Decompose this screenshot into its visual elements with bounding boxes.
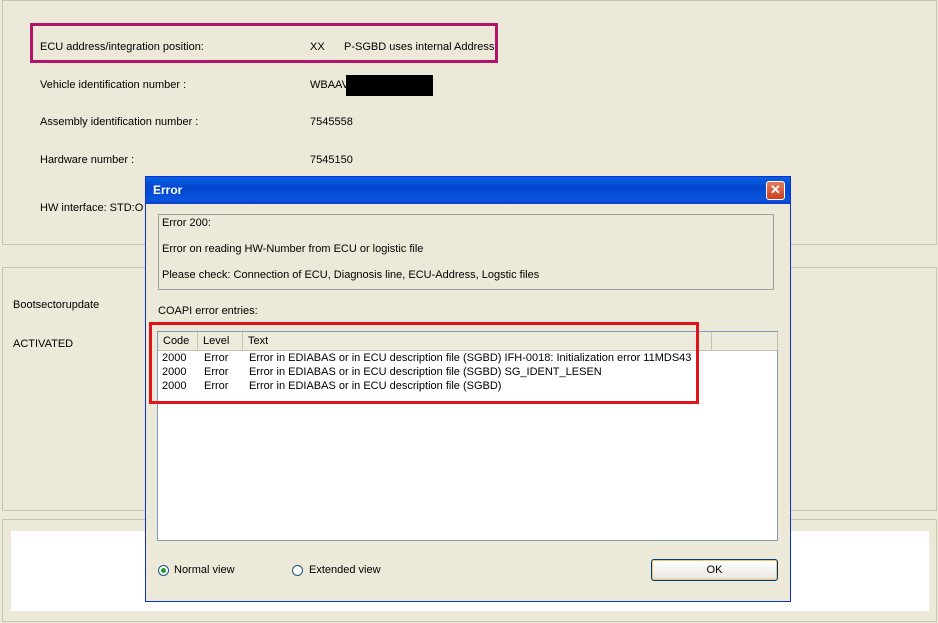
bootsector-value: ACTIVATED	[13, 338, 74, 350]
extended-view-radio[interactable]	[292, 565, 303, 576]
error-code-line: Error 200:	[162, 217, 211, 229]
bootsector-label: Bootsectorupdate	[13, 299, 100, 311]
normal-view-label[interactable]: Normal view	[174, 564, 235, 576]
vin-value: WBAAV	[310, 79, 349, 91]
hardware-label: Hardware number :	[40, 154, 135, 166]
normal-view-radio[interactable]	[158, 565, 169, 576]
dialog-titlebar[interactable]: Error ✕	[146, 177, 790, 204]
error-description-line: Error on reading HW-Number from ECU or l…	[162, 243, 424, 255]
hardware-value: 7545150	[310, 154, 353, 166]
coapi-label: COAPI error entries:	[158, 305, 258, 317]
ecu-address-highlight	[30, 23, 498, 63]
error-check-line: Please check: Connection of ECU, Diagnos…	[162, 269, 540, 281]
assembly-label: Assembly identification number :	[40, 116, 199, 128]
vin-label: Vehicle identification number :	[40, 79, 187, 91]
vin-redaction	[346, 75, 433, 96]
extended-view-label[interactable]: Extended view	[309, 564, 381, 576]
error-entries-highlight	[149, 322, 699, 404]
ok-button[interactable]: OK	[651, 559, 778, 581]
close-icon[interactable]: ✕	[766, 181, 785, 200]
hw-interface-label: HW interface: STD:O	[40, 202, 144, 214]
dialog-title: Error	[153, 183, 183, 197]
column-header-extra[interactable]	[712, 332, 778, 350]
assembly-value: 7545558	[310, 116, 353, 128]
